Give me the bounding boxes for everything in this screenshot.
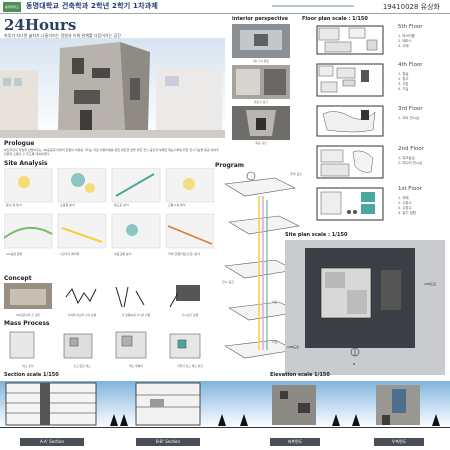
mass-caption: 매스 분할 <box>22 364 34 368</box>
road-label-10m: 10M도로 <box>287 345 299 349</box>
mass-process-models <box>9 331 201 359</box>
elevation-left-label: 좌측면도 <box>270 438 320 446</box>
floor-2-label: 2nd Floor <box>398 146 424 152</box>
interior-image-1 <box>232 24 290 58</box>
site-label: 교통시설 분석 <box>168 203 186 207</box>
mass-process-title: Mass Process <box>4 320 50 327</box>
site-label: 동서 축 높이 <box>6 203 22 207</box>
tree-icon <box>352 414 360 426</box>
tree-icon <box>240 414 248 426</box>
north-label: N <box>353 362 356 366</box>
site-analysis-maps <box>4 168 214 249</box>
program-label: 주택 공간 <box>290 172 302 176</box>
site-label: 대중교통 분석 <box>114 252 132 256</box>
floor-4-item: 4. 거실 <box>398 87 409 91</box>
prologue-text: 부산주민의 학습을 만들어주는 UN공원과 더불어 한편의 여유를 가지는 작은… <box>4 148 219 156</box>
site-label: 소음원 분석 <box>60 203 75 207</box>
elevation-title: Elevation scale 1/150 <box>270 372 330 378</box>
floor-plan-3 <box>316 105 384 137</box>
site-label: 동도로 분석 <box>114 203 129 207</box>
program-title: Program <box>215 162 245 169</box>
interior-image-2 <box>232 65 290 99</box>
concept-caption: 지하와 대로변 사이 흐름 <box>67 313 97 317</box>
concept-caption: UN공원과의 산 공원 <box>16 313 40 317</box>
site-plan-title: Site plan scale : 1/150 <box>285 232 348 238</box>
floor-plan-4 <box>316 63 384 97</box>
floor-1-label: 1st Floor <box>398 186 422 192</box>
interior-image-3 <box>232 106 290 140</box>
site-plan-drawing <box>285 240 445 375</box>
header-divider <box>272 5 354 7</box>
tree-icon <box>432 414 440 426</box>
interior-caption-1: 3층 전시 통로 <box>252 59 270 63</box>
mass-caption: 매스 재배치 <box>129 364 143 368</box>
interior-caption-3: 옥상 공간 <box>255 141 267 145</box>
tree-icon <box>218 414 226 426</box>
section-aa-label: A-A' Section <box>20 438 84 446</box>
header-title: 동명대학교 건축학과 2학년 2학기 1차과제 <box>26 2 158 10</box>
floor-4-label: 4th Floor <box>398 62 423 68</box>
floor-5-item: 3. 서재 <box>398 44 409 48</box>
floor-plan-5 <box>316 25 384 55</box>
program-label: 아트 <box>272 300 278 304</box>
tree-icon <box>120 414 128 426</box>
interior-caption-2: 펜트리 공간 <box>254 100 268 104</box>
floor-1-item: 4. 갈기 정원 <box>398 211 416 215</box>
tree-icon <box>110 414 118 426</box>
site-label: UN공원 탐방 <box>6 252 23 256</box>
floor-plan-1 <box>316 187 384 221</box>
road-label-20m: 20M도로 <box>424 282 436 286</box>
floor-2-item: 2. 미디어 전시실 <box>398 161 423 165</box>
mass-caption: 작업과 창고 매스 분할 <box>177 364 203 368</box>
site-label: 1단거리 매력화 <box>60 252 80 256</box>
concept-caption: 전시공간 흐름 <box>181 313 199 317</box>
concept-sketches <box>4 283 200 309</box>
ground-line <box>0 427 450 428</box>
site-label: 지역 연결지점(출입) 분석 <box>168 252 200 256</box>
floor-3-label: 3rd Floor <box>398 106 423 112</box>
site-analysis-title: Site Analysis <box>4 160 48 167</box>
prologue-title: Prologue <box>4 140 35 147</box>
tree-icon <box>332 414 340 426</box>
section-bb-label: B-B' Section <box>136 438 200 446</box>
interior-title: interior perspective <box>232 16 288 22</box>
floor-plan-title: Floor plan scale : 1/150 <box>302 16 368 22</box>
program-label: 전시 공간 <box>222 280 234 284</box>
floor-plan-2 <box>316 145 384 179</box>
student-id: 19410028 유상화 <box>382 3 440 11</box>
mass-caption: 깊고 얇은 매스 <box>73 364 91 368</box>
program-label: 작업 <box>272 340 278 344</box>
header-bar: 동명대학교 동명대학교 건축학과 2학년 2학기 1차과제 19410028 유… <box>0 0 450 14</box>
concept-title: Concept <box>4 275 32 282</box>
project-title: 24Hours <box>4 16 77 34</box>
concept-caption: 한 흐름속에 전시된 작품 <box>121 313 151 317</box>
main-render <box>0 38 225 138</box>
elevation-right-label: 우측면도 <box>374 438 424 446</box>
floor-5-label: 5th Floor <box>398 24 423 30</box>
university-logo: 동명대학교 <box>3 2 21 12</box>
floor-3-item: 1. 아트 전시실 <box>398 116 419 120</box>
section-title: Section scale 1/150 <box>4 372 59 378</box>
